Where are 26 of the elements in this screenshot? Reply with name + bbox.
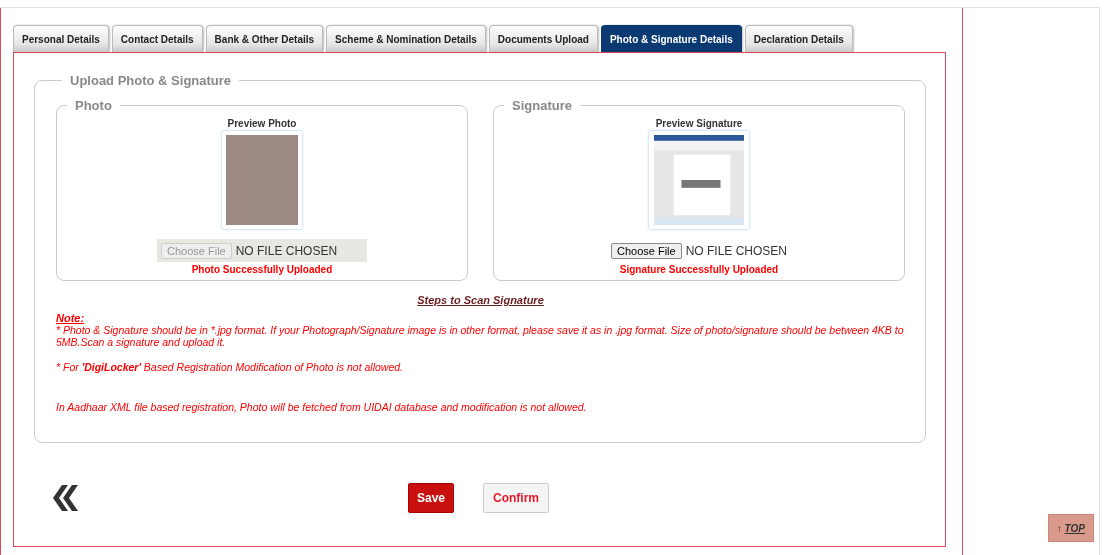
preview-label: Preview Signature [655, 118, 743, 129]
file-status: NO FILE CHOSEN [685, 243, 788, 258]
preview-label: Preview Photo [227, 118, 297, 129]
panel-title: Signature [511, 98, 573, 113]
double-chevron-left-icon[interactable] [50, 485, 78, 511]
confirm-button[interactable]: Confirm [483, 483, 550, 513]
tab[interactable]: Declaration Details [744, 25, 853, 52]
note-heading: Note: [56, 312, 85, 324]
tab[interactable]: Photo & Signature Details [600, 25, 742, 52]
tab[interactable]: Personal Details [13, 25, 109, 52]
note-text: * For 'DigiLocker' Based Registration Modification of Photo is not allowed. [56, 361, 404, 373]
upload-status-message: Signature Successfully Uploaded [619, 264, 779, 275]
section-title: Upload Photo & Signature [69, 73, 233, 88]
panel-title: Photo [74, 98, 113, 113]
scan-steps-link[interactable]: Steps to Scan Signature [417, 294, 544, 306]
note-text: In Aadhaar XML file based registration, Photo will be fetched from UIDAI database and modification is not allowed. [56, 401, 588, 413]
tab[interactable]: Scheme & Nomination Details [326, 25, 486, 52]
tab[interactable]: Bank & Other Details [205, 25, 324, 52]
tab[interactable]: Contact Details [111, 25, 203, 52]
choose-file-button[interactable]: Choose File [610, 242, 682, 259]
back-to-top-button[interactable]: ↑ TOP [1047, 514, 1094, 542]
note-text: * Photo & Signature should be in *.jpg format. If your Photograph/Signature image is in other format, please save it as in .jpg format. Size of photo/signature should be between 4KB to 5MB.Scan a signature and upload it. [56, 324, 905, 348]
tab[interactable]: Documents Upload [488, 25, 598, 52]
upload-status-message: Photo Successfully Uploaded [191, 264, 333, 275]
file-status: NO FILE CHOSEN [235, 243, 338, 258]
save-button[interactable]: Save [408, 483, 455, 513]
